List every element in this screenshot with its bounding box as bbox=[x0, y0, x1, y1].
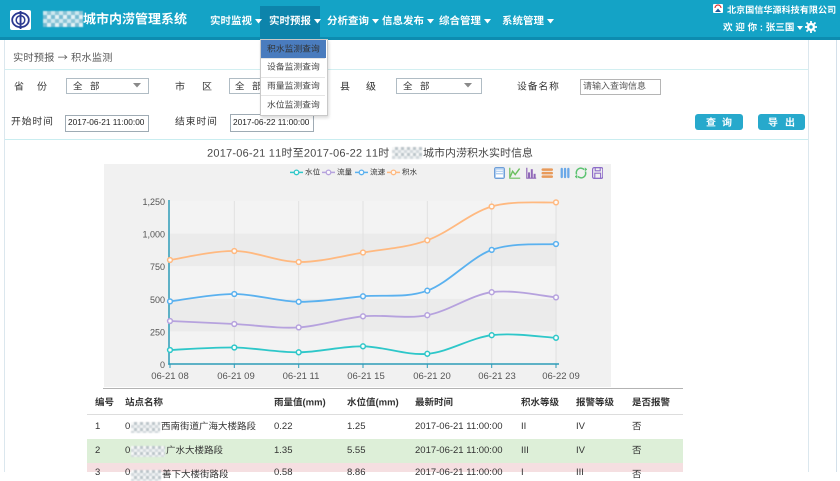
svg-text:500: 500 bbox=[150, 295, 165, 305]
svg-text:06-21 11: 06-21 11 bbox=[283, 371, 320, 382]
svg-text:06-21 09: 06-21 09 bbox=[217, 371, 255, 382]
svg-text:06-22 09: 06-22 09 bbox=[542, 371, 580, 382]
svg-text:1,000: 1,000 bbox=[142, 230, 165, 240]
svg-text:06-21 20: 06-21 20 bbox=[413, 371, 451, 382]
svg-text:250: 250 bbox=[150, 327, 165, 337]
svg-text:06-21 15: 06-21 15 bbox=[347, 371, 385, 382]
svg-text:06-21 23: 06-21 23 bbox=[478, 371, 516, 382]
svg-text:1,250: 1,250 bbox=[142, 197, 165, 207]
svg-text:750: 750 bbox=[150, 262, 165, 272]
svg-text:0: 0 bbox=[160, 360, 165, 370]
svg-text:06-21 08: 06-21 08 bbox=[151, 371, 189, 382]
